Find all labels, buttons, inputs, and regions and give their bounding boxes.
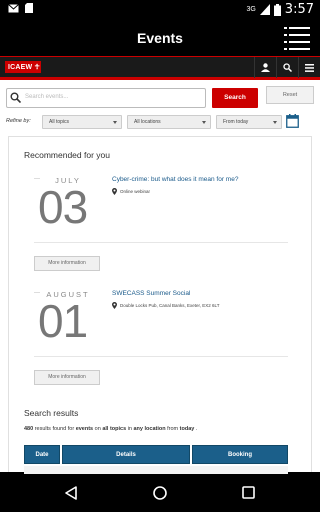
status-bar: 3G 3:57 [0,0,320,20]
search-field-icon [10,92,21,103]
system-nav-bar [0,474,320,512]
recommended-heading: Recommended for you [24,150,110,160]
event-day: 03 [38,181,88,233]
account-button[interactable] [254,57,276,78]
back-icon[interactable] [64,486,78,500]
search-button[interactable]: Search [212,88,258,108]
column-header-booking[interactable]: Booking [192,445,288,464]
battery-icon [273,3,281,16]
brand-bar: ICAEW ☥ [0,56,320,80]
search-results-heading: Search results [24,408,79,418]
summary-text: . [195,426,198,432]
topic-select-value: All topics [49,119,70,125]
summary-text: on [94,426,101,432]
search-icon [283,63,292,72]
map-pin-icon [112,302,117,309]
more-information-button[interactable]: More information [34,256,100,271]
divider [34,242,288,243]
divider [34,356,288,357]
recents-icon[interactable] [242,486,255,499]
page-title: Events [137,30,183,46]
signal-icon [259,4,270,15]
refine-row: Refine by: All topics All locations From… [6,114,314,129]
summary-topics: all topics [102,426,127,432]
location-select-value: All locations [134,119,161,125]
event-location-text: Online webinar [120,189,151,194]
event-location: Double Locks Pub, Canal Banks, Exeter, E… [112,302,219,309]
date-select[interactable]: From today [216,115,282,129]
summary-location: any location [133,426,166,432]
summary-text: in [127,426,132,432]
results-summary: 480 results found for events on all topi… [24,426,197,432]
event-location-text: Double Locks Pub, Canal Banks, Exeter, E… [120,303,220,308]
event-day: 01 [38,295,88,347]
refine-label: Refine by: [6,118,31,124]
home-icon[interactable] [153,486,167,500]
calendar-icon[interactable] [286,114,299,128]
more-information-button[interactable]: More information [34,370,100,385]
summary-events: events [75,426,94,432]
chevron-down-icon [113,121,117,124]
sd-card-icon [25,3,33,13]
mail-icon [8,3,19,12]
results-count: 480 [24,426,34,432]
search-toggle-button[interactable] [276,57,298,78]
summary-text: results found for [34,426,75,432]
search-placeholder: Search events... [25,94,69,100]
column-header-date[interactable]: Date [24,445,60,464]
event-title-link[interactable]: SWECASS Summer Social [112,290,190,297]
hamburger-icon [305,63,314,72]
clock: 3:57 [284,2,314,17]
icaew-logo[interactable]: ICAEW ☥ [5,61,41,73]
summary-date: today [179,426,195,432]
map-pin-icon [112,188,117,195]
event-title-link[interactable]: Cyber-crime: but what does it mean for m… [112,176,238,183]
table-row [24,466,288,474]
chevron-down-icon [273,121,277,124]
logo-text: ICAEW [8,64,33,71]
date-select-value: From today [223,119,249,125]
reset-button[interactable]: Reset [266,86,314,104]
topic-select[interactable]: All topics [42,115,122,129]
chevron-down-icon [202,121,206,124]
network-type: 3G [246,6,256,13]
list-menu-icon [284,27,310,50]
user-icon [261,63,270,72]
app-bar: Events [0,20,320,56]
site-menu-button[interactable] [298,57,320,78]
column-header-details[interactable]: Details [62,445,190,464]
summary-text: from [167,426,179,432]
location-select[interactable]: All locations [127,115,211,129]
search-row: Search events... Search Reset [6,86,314,108]
search-input[interactable]: Search events... [6,88,206,108]
event-location: Online webinar [112,188,150,195]
list-menu-button[interactable] [284,26,310,50]
results-table-header: Date Details Booking [24,445,288,464]
